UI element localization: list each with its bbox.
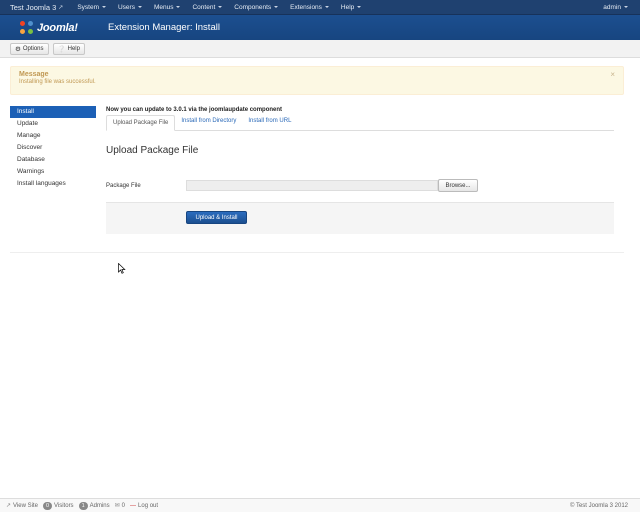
help-label: Help: [67, 45, 80, 52]
caret-down-icon: [101, 6, 106, 8]
question-icon: ❔: [57, 45, 66, 53]
copyright: © Test Joomla 3 2012: [569, 502, 628, 509]
gear-icon: ⚙: [15, 45, 21, 53]
admins-count-badge: 1: [78, 501, 88, 510]
menu-help-label: Help: [340, 3, 355, 11]
user-name: admin: [603, 3, 621, 11]
page-title: Extension Manager: Install: [108, 22, 220, 33]
form-actions: Upload & Install: [106, 202, 614, 234]
menu-users[interactable]: Users: [112, 0, 148, 15]
upload-install-button[interactable]: Upload & Install: [186, 211, 247, 224]
tab-install-from-url[interactable]: Install from URL: [242, 114, 297, 130]
menu-help[interactable]: Help: [335, 0, 367, 15]
toolbar: ⚙ Options ❔ Help: [0, 40, 640, 58]
caret-down-icon: [137, 6, 142, 8]
tab-install-from-directory[interactable]: Install from Directory: [175, 114, 242, 130]
caret-down-icon: [176, 6, 181, 8]
visitors-label: Visitors: [54, 502, 74, 509]
view-site-link[interactable]: ↗ View Site: [6, 502, 38, 510]
envelope-icon: ✉: [114, 503, 120, 509]
minus-icon: —: [130, 502, 137, 509]
sidebar-item-database[interactable]: Database: [10, 154, 96, 166]
options-label: Options: [22, 45, 44, 52]
logo-text: Joomla!: [37, 21, 78, 34]
menu-system[interactable]: System: [71, 0, 112, 15]
main-content: Now you can update to 3.0.1 via the joom…: [106, 106, 614, 234]
visitors-status: 0 Visitors: [42, 501, 74, 510]
options-button[interactable]: ⚙ Options: [10, 42, 49, 55]
menu-content-label: Content: [192, 3, 216, 11]
page-header: Joomla! Extension Manager: Install: [0, 15, 640, 40]
messages-count: 0: [121, 502, 126, 509]
menu-content[interactable]: Content: [186, 0, 228, 15]
menu-components-label: Components: [234, 3, 272, 11]
sidebar-item-install[interactable]: Install: [10, 106, 96, 118]
system-message: Message Installing file was successful. …: [10, 66, 624, 95]
help-button[interactable]: ❔ Help: [52, 42, 85, 55]
section-title: Upload Package File: [106, 145, 199, 156]
tab-upload-package[interactable]: Upload Package File: [106, 115, 176, 131]
caret-down-icon: [357, 6, 362, 8]
package-file-row: Package File Browse...: [106, 179, 614, 192]
joomla-logo: Joomla!: [20, 20, 94, 35]
user-menu[interactable]: admin: [597, 0, 640, 15]
caret-down-icon: [218, 6, 223, 8]
caret-down-icon: [274, 6, 279, 8]
caret-down-icon: [324, 6, 329, 8]
external-link-icon: ↗: [58, 4, 64, 11]
caret-down-icon: [624, 6, 628, 8]
sidebar-item-install-languages[interactable]: Install languages: [10, 178, 96, 190]
external-link-icon: ↗: [6, 503, 12, 509]
menu-extensions[interactable]: Extensions: [284, 0, 335, 15]
sidebar-item-update[interactable]: Update: [10, 118, 96, 130]
menu-menus-label: Menus: [153, 3, 174, 11]
browse-button[interactable]: Browse...: [438, 179, 478, 192]
menu-users-label: Users: [117, 3, 135, 11]
visitors-count-badge: 0: [42, 501, 52, 510]
site-name-link[interactable]: Test Joomla 3 ↗: [0, 3, 71, 12]
sidebar: Install Update Manage Discover Database …: [10, 106, 96, 190]
install-tabs: Upload Package File Install from Directo…: [106, 115, 614, 131]
status-bar: ↗ View Site 0 Visitors 1 Admins ✉ 0 — Lo…: [0, 498, 640, 512]
messages-status[interactable]: ✉ 0: [114, 502, 126, 510]
message-title: Message: [19, 71, 49, 78]
message-text: Installing file was successful.: [19, 79, 96, 85]
package-file-input[interactable]: [186, 180, 438, 191]
close-icon[interactable]: ×: [610, 70, 615, 79]
logout-link[interactable]: — Log out: [130, 503, 158, 509]
logout-label: Log out: [138, 502, 159, 509]
mouse-cursor-icon: [118, 263, 126, 274]
menu-system-label: System: [77, 3, 99, 11]
menu-components[interactable]: Components: [228, 0, 284, 15]
sidebar-item-warnings[interactable]: Warnings: [10, 166, 96, 178]
package-file-label: Package File: [106, 182, 141, 189]
joomla-logo-icon: [20, 20, 34, 35]
view-site-label: View Site: [13, 502, 38, 509]
sidebar-item-discover[interactable]: Discover: [10, 142, 96, 154]
divider: [10, 252, 624, 253]
admins-status: 1 Admins: [78, 501, 110, 510]
admins-label: Admins: [89, 502, 110, 509]
menu-menus[interactable]: Menus: [148, 0, 187, 15]
menu-extensions-label: Extensions: [290, 3, 322, 11]
sidebar-item-manage[interactable]: Manage: [10, 130, 96, 142]
top-navbar: Test Joomla 3 ↗ System Users Menus Conte…: [0, 0, 640, 15]
site-name: Test Joomla 3: [10, 2, 57, 12]
